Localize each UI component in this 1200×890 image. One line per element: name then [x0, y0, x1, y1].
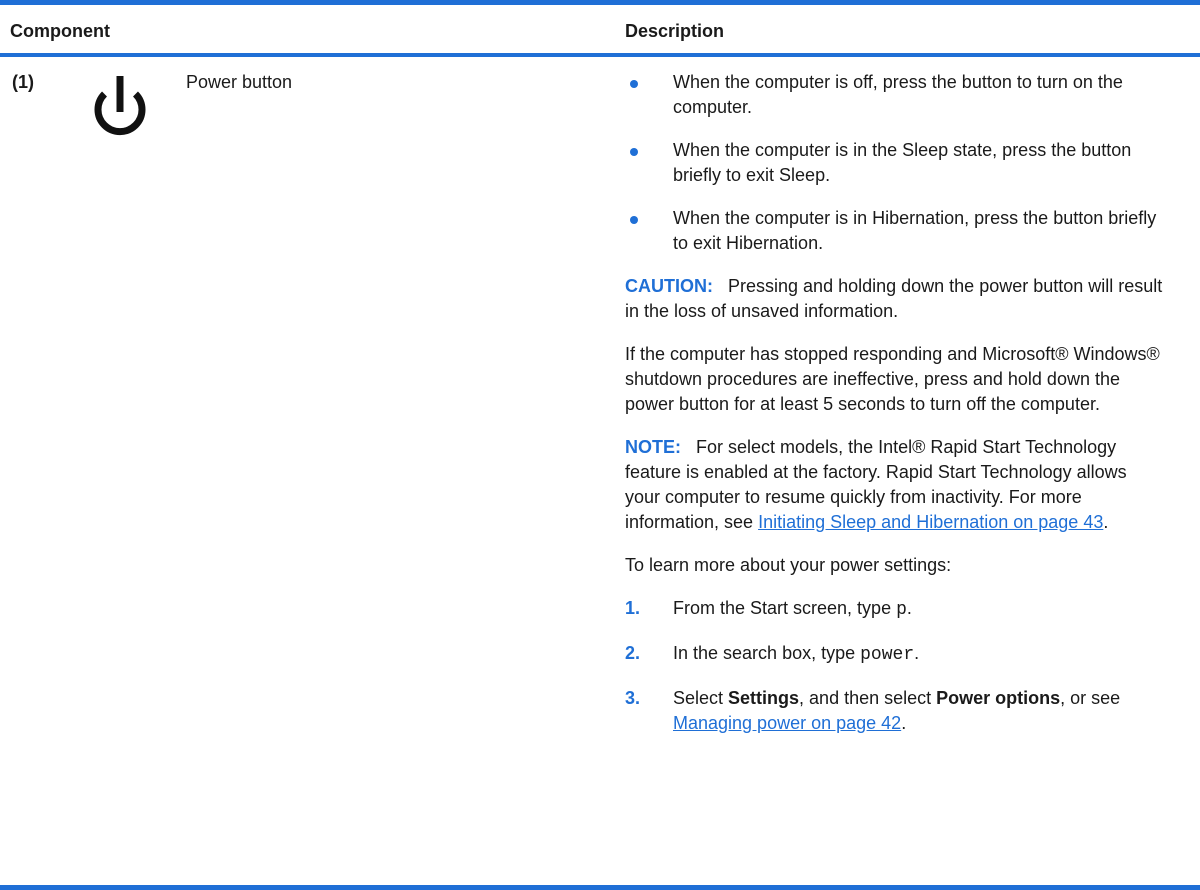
bullet-item: When the computer is in Hibernation, pre… [625, 206, 1165, 256]
table-bottom-rule [0, 885, 1200, 890]
power-icon [94, 76, 146, 136]
table-header-rule [0, 53, 1200, 57]
step-item: 2. In the search box, type power. [625, 641, 1165, 668]
description-cell: When the computer is off, press the butt… [625, 70, 1165, 754]
step-text: In the search box, type [673, 643, 861, 663]
step-end: . [901, 713, 907, 733]
column-header-component: Component [10, 21, 110, 41]
step-item: 3. Select Settings, and then select Powe… [625, 686, 1165, 736]
step-code: power [860, 645, 915, 665]
step-number: 1. [625, 598, 641, 618]
bullet-text: When the computer is in the Sleep state,… [673, 140, 1132, 185]
caution-paragraph: CAUTION: Pressing and holding down the p… [625, 274, 1165, 324]
learn-more-paragraph: To learn more about your power settings: [625, 555, 952, 575]
step-text: , or see [1060, 688, 1121, 708]
step-text: Select [673, 688, 729, 708]
step-end: . [914, 643, 920, 663]
step-code: p [896, 600, 907, 620]
settings-term: Settings [728, 688, 800, 708]
step-end: . [906, 598, 912, 618]
component-number: (1) [12, 72, 34, 92]
step-number: 2. [625, 643, 641, 663]
column-header-description: Description [625, 21, 725, 41]
bullet-text: When the computer is in Hibernation, pre… [673, 208, 1157, 253]
table-top-rule [0, 0, 1200, 5]
step-number: 3. [625, 688, 641, 708]
bullet-item: When the computer is in the Sleep state,… [625, 138, 1165, 188]
stopped-responding-paragraph: If the computer has stopped responding a… [625, 344, 1160, 414]
power-options-term: Power options [936, 688, 1061, 708]
note-label: NOTE: [625, 437, 681, 457]
note-paragraph: NOTE: For select models, the Intel® Rapi… [625, 435, 1165, 535]
step-text: , and then select [799, 688, 937, 708]
step-text: From the Start screen, type [673, 598, 897, 618]
component-name: Power button [186, 72, 293, 92]
sleep-hibernation-link[interactable]: Initiating Sleep and Hibernation on page… [758, 512, 1103, 532]
bullet-dot [630, 216, 638, 224]
bullet-dot [630, 80, 638, 88]
caution-label: CAUTION: [625, 276, 713, 296]
bullet-item: When the computer is off, press the butt… [625, 70, 1165, 120]
step-item: 1. From the Start screen, type p. [625, 596, 1165, 623]
note-period: . [1103, 512, 1109, 532]
bullet-text: When the computer is off, press the butt… [673, 72, 1123, 117]
managing-power-link[interactable]: Managing power on page 42 [673, 713, 901, 733]
bullet-dot [630, 148, 638, 156]
